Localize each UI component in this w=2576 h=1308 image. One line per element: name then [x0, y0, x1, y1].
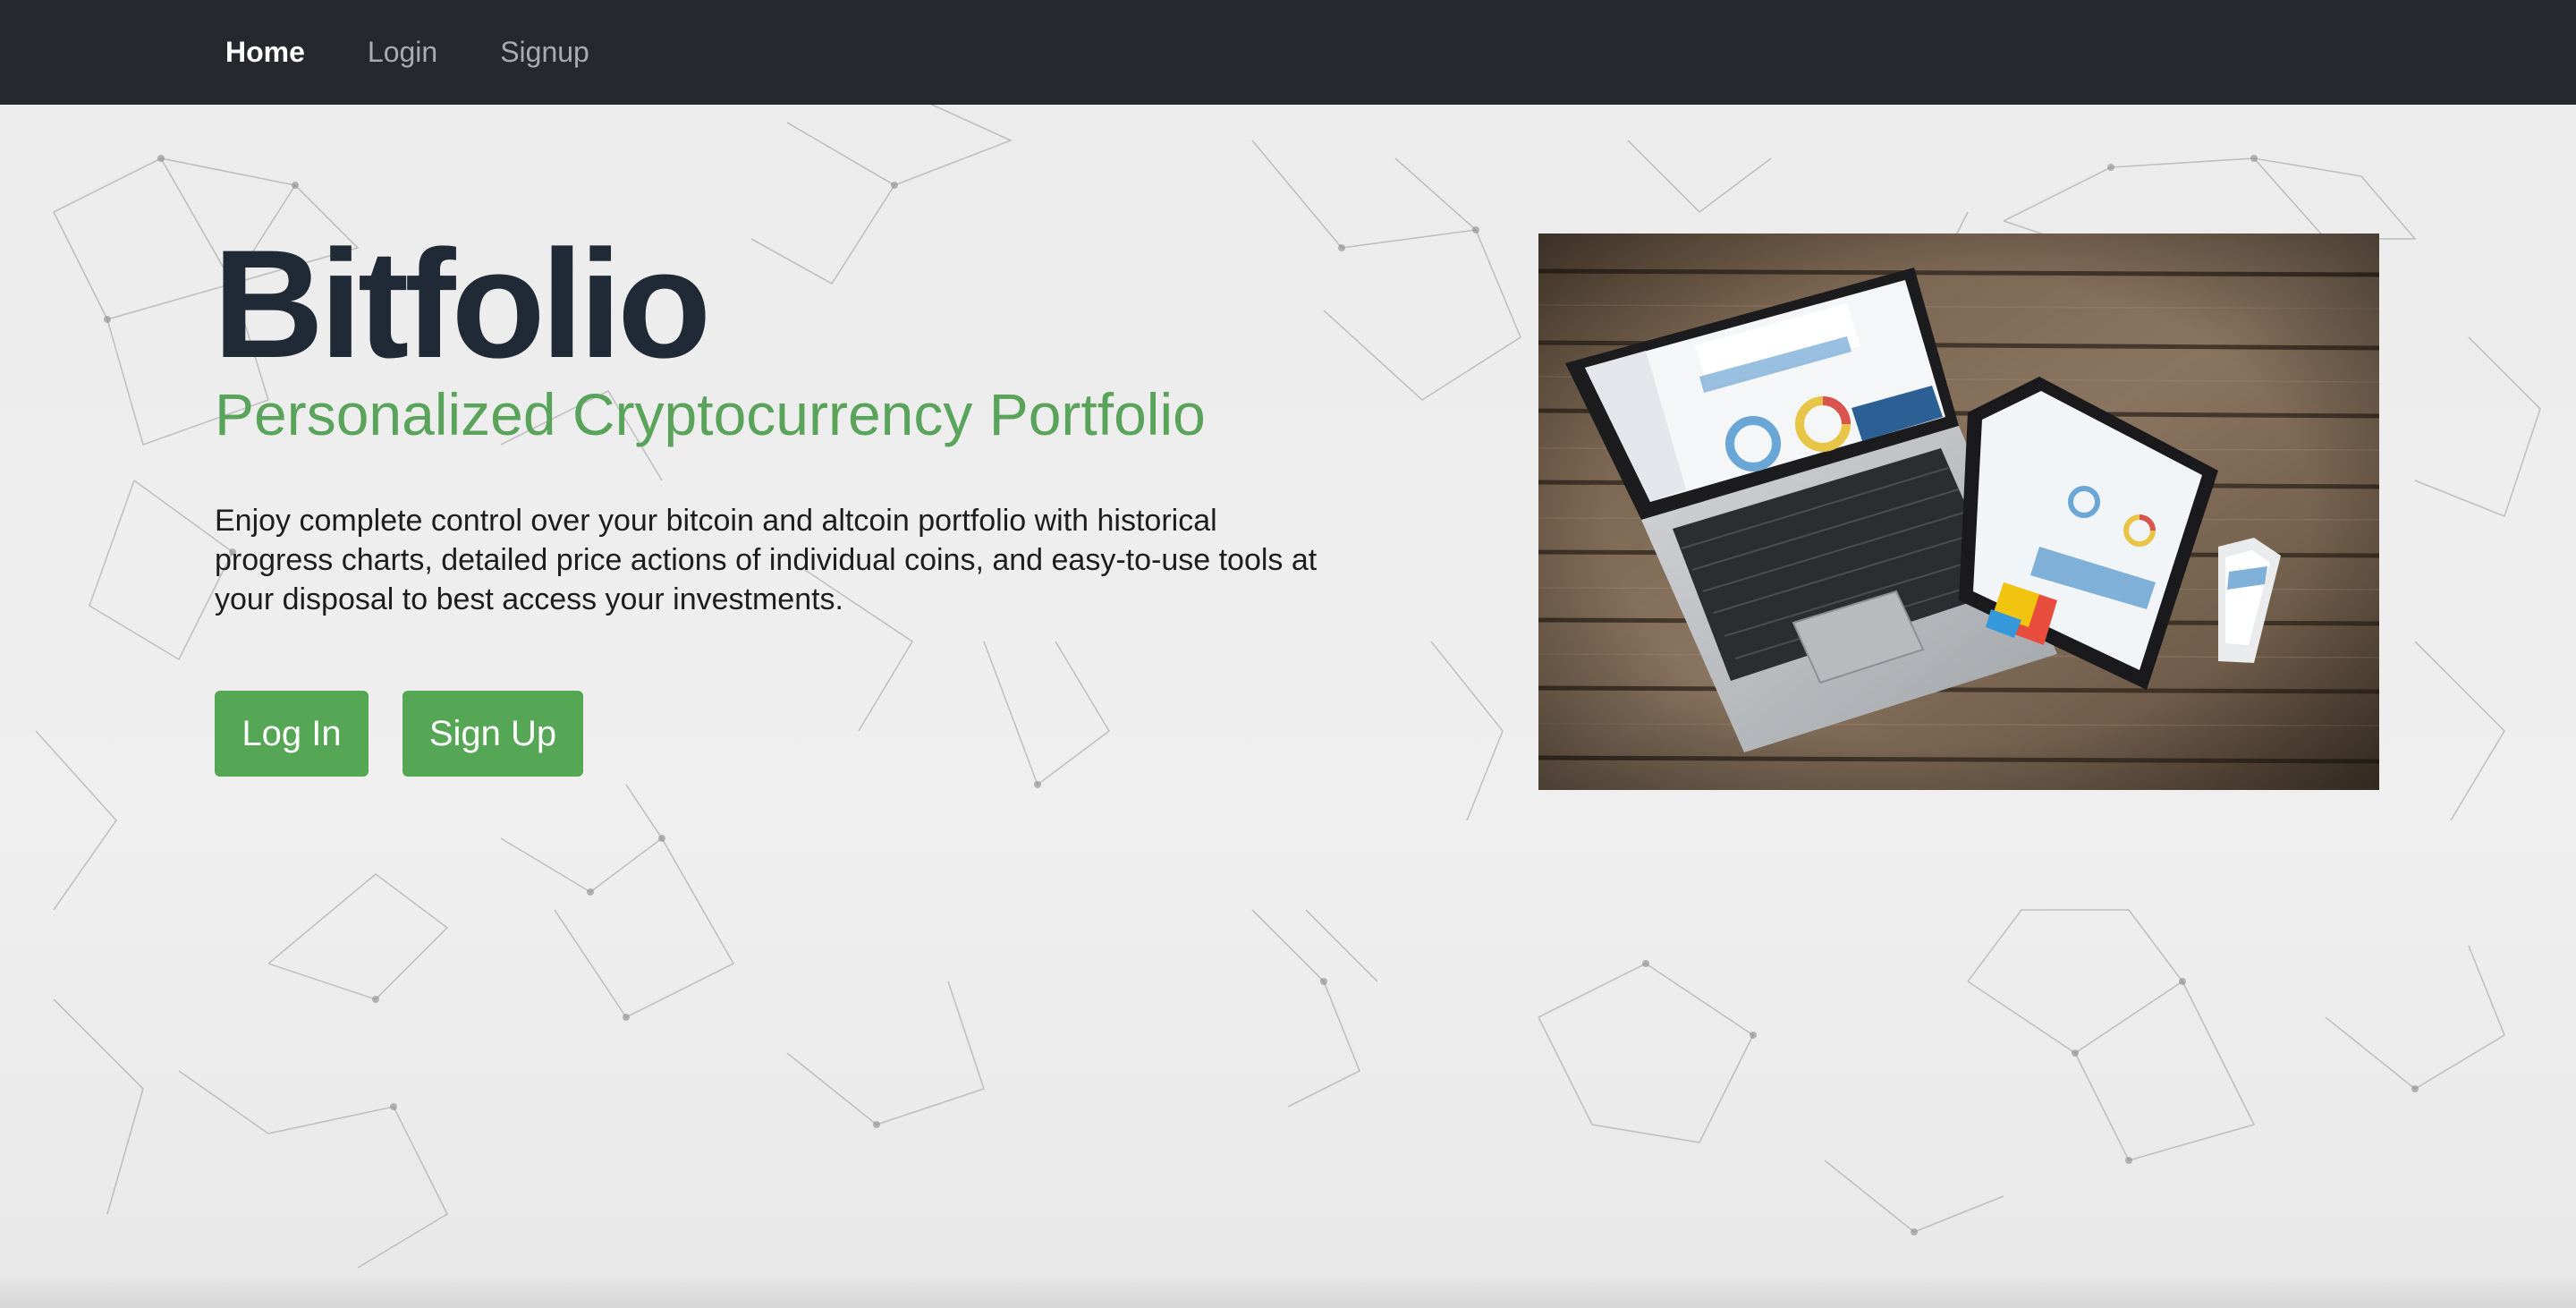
top-navbar: Home Login Signup — [0, 0, 2576, 105]
bottom-shade — [0, 1272, 2576, 1308]
login-button[interactable]: Log In — [215, 691, 369, 777]
hero-tagline: Personalized Cryptocurrency Portfolio — [215, 381, 1206, 447]
brand-title: Bitfolio — [213, 218, 711, 390]
hero-description: Enjoy complete control over your bitcoin… — [215, 504, 1318, 616]
signup-button[interactable]: Sign Up — [402, 691, 583, 777]
nav-home-link[interactable]: Home — [225, 0, 305, 105]
nav-links: Home Login Signup — [225, 0, 652, 105]
devices-product-image — [1538, 234, 2379, 790]
nav-login-link[interactable]: Login — [368, 0, 437, 105]
nav-signup-link[interactable]: Signup — [500, 0, 589, 105]
